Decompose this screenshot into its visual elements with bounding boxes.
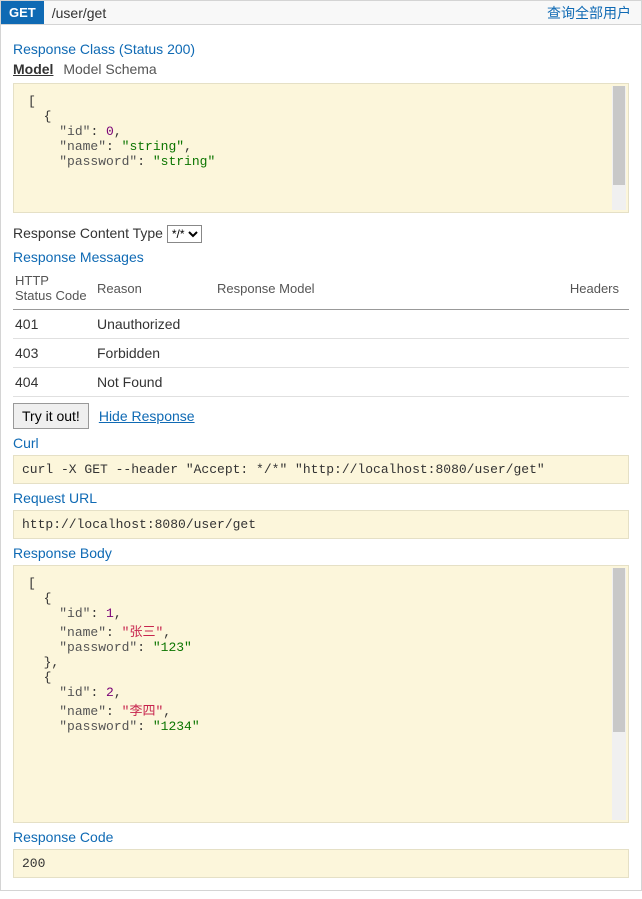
request-url-block[interactable]: http://localhost:8080/user/get — [13, 510, 629, 539]
response-code-title: Response Code — [13, 829, 629, 845]
scrollbar[interactable] — [612, 568, 626, 820]
table-row: 403 Forbidden — [13, 339, 629, 368]
col-response-model: Response Model — [215, 269, 549, 310]
response-messages-title: Response Messages — [13, 249, 629, 265]
response-code-block[interactable]: 200 — [13, 849, 629, 878]
hide-response-link[interactable]: Hide Response — [99, 408, 195, 424]
content-type-select[interactable]: */* — [167, 225, 202, 243]
response-body-text: [ { "id": 1, "name": "张三", "password": "… — [28, 576, 200, 734]
http-method-badge: GET — [1, 1, 44, 24]
table-row: 401 Unauthorized — [13, 310, 629, 339]
reason-cell: Not Found — [95, 368, 215, 397]
col-status-code: HTTP Status Code — [13, 269, 95, 310]
model-tab[interactable]: Model — [13, 61, 53, 77]
status-code-cell: 404 — [13, 368, 95, 397]
curl-title: Curl — [13, 435, 629, 451]
model-schema-block[interactable]: [ { "id": 0, "name": "string", "password… — [13, 83, 629, 213]
table-row: 404 Not Found — [13, 368, 629, 397]
scrollbar[interactable] — [612, 86, 626, 210]
reason-cell: Unauthorized — [95, 310, 215, 339]
response-content-type-label: Response Content Type — [13, 225, 163, 241]
request-url-title: Request URL — [13, 490, 629, 506]
action-row: Try it out! Hide Response — [13, 403, 629, 429]
model-schema-tab[interactable]: Model Schema — [63, 61, 156, 77]
operation-header[interactable]: GET /user/get 查询全部用户 — [0, 0, 642, 25]
col-reason: Reason — [95, 269, 215, 310]
operation-description: 查询全部用户 — [547, 3, 641, 23]
status-code-cell: 401 — [13, 310, 95, 339]
response-content-type-row: Response Content Type */* — [13, 225, 629, 243]
operation-body: Response Class (Status 200) Model Model … — [0, 25, 642, 891]
reason-cell: Forbidden — [95, 339, 215, 368]
response-body-title: Response Body — [13, 545, 629, 561]
response-class-title: Response Class (Status 200) — [13, 41, 629, 57]
schema-toggle: Model Model Schema — [13, 61, 629, 77]
curl-command-block[interactable]: curl -X GET --header "Accept: */*" "http… — [13, 455, 629, 484]
col-headers: Headers — [549, 269, 629, 310]
response-messages-table: HTTP Status Code Reason Response Model H… — [13, 269, 629, 397]
try-it-out-button[interactable]: Try it out! — [13, 403, 89, 429]
response-body-block[interactable]: [ { "id": 1, "name": "张三", "password": "… — [13, 565, 629, 823]
status-code-cell: 403 — [13, 339, 95, 368]
model-schema-text: [ { "id": 0, "name": "string", "password… — [28, 94, 215, 169]
endpoint-path: /user/get — [44, 5, 547, 21]
